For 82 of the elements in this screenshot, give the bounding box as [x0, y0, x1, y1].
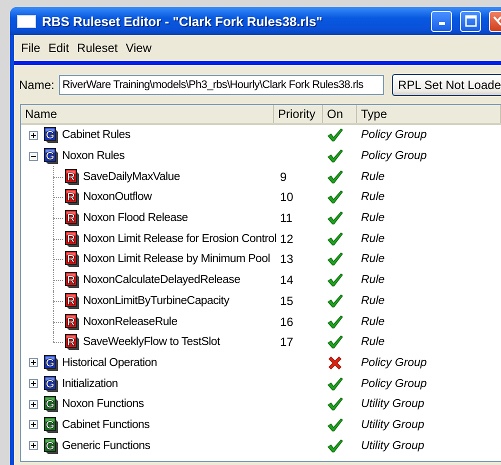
letter-icon: R [65, 272, 80, 288]
rpl-status-button[interactable]: RPL Set Not Loade [392, 74, 501, 96]
column-header[interactable]: Type [357, 105, 501, 123]
name-label: Name: [19, 78, 54, 92]
letter-icon: G [44, 396, 59, 412]
type-label: Rule [361, 232, 385, 245]
tree-item-label[interactable]: Cabinet Rules [62, 129, 130, 142]
tree-item-label[interactable]: Noxon Limit Release by Minimum Pool [83, 253, 270, 266]
type-label: Rule [361, 253, 385, 266]
tree-item-label[interactable]: NoxonOutflow [83, 191, 152, 204]
type-label: Rule [361, 336, 385, 348]
tree-item-label[interactable]: NoxonReleaseRule [83, 316, 178, 328]
letter-icon: R [65, 334, 80, 350]
type-label: Rule [361, 316, 385, 328]
menu-item[interactable]: View [122, 41, 156, 55]
tree-item-label[interactable]: NoxonCalculateDelayedRelease [83, 274, 240, 286]
tree-item-label[interactable]: SaveWeeklyFlow to TestSlot [83, 336, 220, 348]
type-label: Utility Group [361, 440, 424, 452]
priority-value: 16 [280, 314, 294, 329]
type-label: Policy Group [361, 129, 427, 142]
expand-icon[interactable] [29, 358, 38, 368]
letter-icon: R [65, 168, 80, 185]
letter-icon: G [44, 127, 59, 144]
letter-icon: G [44, 438, 59, 454]
tree-item-label[interactable]: Noxon Limit Release for Erosion Control [83, 232, 276, 245]
type-label: Utility Group [361, 418, 424, 431]
type-label: Policy Group [361, 378, 427, 390]
letter-icon: R [65, 210, 80, 226]
type-label: Rule [361, 294, 385, 307]
priority-value: 15 [280, 294, 294, 308]
type-label: Rule [361, 274, 385, 286]
type-label: Policy Group [361, 150, 427, 162]
menu-item[interactable]: File [17, 41, 44, 55]
tree-item-label[interactable]: Historical Operation [62, 356, 157, 369]
priority-value: 11 [280, 211, 292, 226]
maximize-button[interactable] [460, 10, 481, 32]
expand-icon[interactable] [29, 130, 38, 140]
menu-item[interactable]: Edit [44, 41, 74, 55]
expand-icon[interactable] [29, 379, 38, 388]
tree-item-label[interactable]: Noxon Functions [62, 398, 144, 410]
letter-icon: G [44, 148, 59, 164]
letter-icon: G [44, 354, 59, 371]
tree-item-label[interactable]: SaveDailyMaxValue [83, 170, 180, 183]
letter-icon: R [65, 251, 80, 268]
type-label: Rule [361, 191, 385, 204]
maximize-icon [464, 15, 476, 27]
tree-item-label[interactable]: Cabinet Functions [62, 418, 150, 431]
menu-item[interactable]: Ruleset [73, 41, 122, 55]
letter-icon: R [65, 292, 80, 309]
priority-value: 12 [280, 232, 294, 246]
expand-icon[interactable] [29, 420, 38, 430]
column-header[interactable]: Priority [274, 105, 323, 123]
window-icon [17, 14, 36, 28]
type-label: Rule [361, 170, 385, 183]
close-button[interactable] [489, 10, 501, 32]
letter-icon: R [65, 230, 80, 247]
collapse-icon[interactable] [29, 152, 38, 161]
column-header[interactable]: On [323, 105, 357, 123]
priority-value: 10 [280, 190, 294, 204]
priority-value: 14 [280, 273, 294, 288]
column-header[interactable]: Name [21, 105, 274, 123]
type-label: Utility Group [361, 398, 424, 410]
expand-icon[interactable] [29, 441, 38, 450]
tree-item-label[interactable]: Noxon Rules [62, 150, 125, 162]
type-label: Policy Group [361, 356, 427, 369]
tree-item-label[interactable]: NoxonLimitByTurbineCapacity [83, 294, 230, 307]
letter-icon: R [65, 314, 80, 330]
priority-value: 9 [280, 170, 287, 184]
name-field[interactable]: RiverWare Training\models\Ph3_rbs\Hourly\Clark Fork Rules38.rls [59, 75, 384, 95]
type-label: Rule [361, 212, 385, 224]
close-icon [493, 15, 501, 27]
expand-icon[interactable] [29, 400, 38, 409]
minimize-button[interactable] [431, 10, 452, 32]
priority-value: 17 [280, 335, 294, 350]
letter-icon: G [44, 416, 59, 433]
tree-item-label[interactable]: Generic Functions [62, 440, 150, 452]
priority-value: 13 [280, 252, 294, 266]
letter-icon: G [44, 376, 59, 392]
window-title: RBS Ruleset Editor - "Clark Fork Rules38.rls" [42, 14, 324, 28]
tree-item-label[interactable]: Initialization [62, 378, 118, 390]
tree-item-label[interactable]: Noxon Flood Release [83, 212, 188, 224]
letter-icon: R [65, 189, 80, 206]
